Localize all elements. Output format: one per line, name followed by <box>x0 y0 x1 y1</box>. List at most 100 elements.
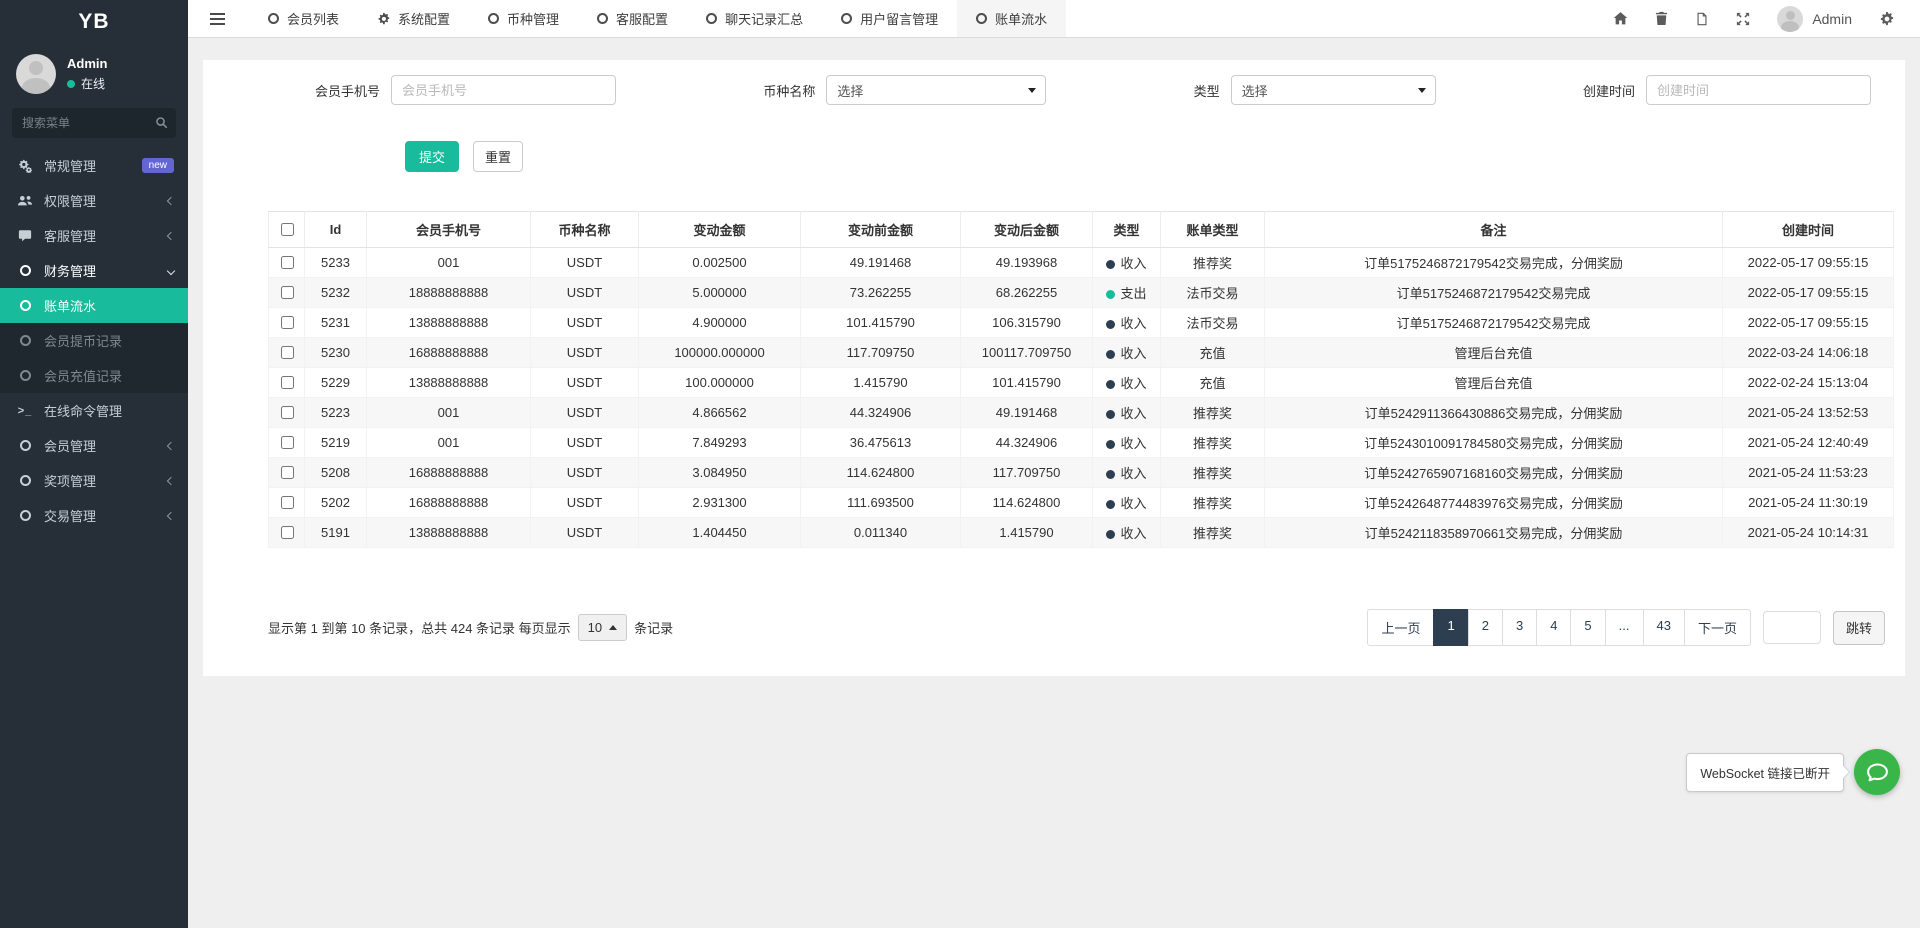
phone-filter-input[interactable] <box>391 75 617 105</box>
row-checkbox[interactable] <box>280 406 294 419</box>
cell-id: 5202 <box>304 487 367 518</box>
column-header: 变动金额 <box>638 211 801 248</box>
cell-id: 5229 <box>304 367 367 398</box>
chevron-icon <box>166 266 176 275</box>
pagination-next[interactable]: 下一页 <box>1683 609 1751 646</box>
page-size-value: 10 <box>587 620 603 635</box>
cell-id: 5232 <box>304 277 367 308</box>
brand-logo: YB <box>78 10 110 33</box>
pagination-page[interactable]: 4 <box>1536 609 1572 646</box>
pagination-page[interactable]: 2 <box>1467 609 1503 646</box>
cell-change-amount: 0.002500 <box>638 247 801 278</box>
page-jump-input[interactable] <box>1762 611 1821 644</box>
topbar-user-menu[interactable]: Admin <box>1777 5 1852 32</box>
cell-after-amount: 68.262255 <box>960 277 1093 308</box>
topnav-tab[interactable]: 系统配置 <box>358 0 469 37</box>
cell-phone: 001 <box>366 427 531 458</box>
fullscreen-icon[interactable] <box>1736 12 1750 26</box>
currency-filter-label: 币种名称 <box>763 83 816 99</box>
row-checkbox[interactable] <box>280 436 294 449</box>
topbar: 会员列表 系统配置 币种管理 客服配置 聊天记录汇总 用户留言管理 账单流水 A… <box>188 0 1920 38</box>
sidebar-menu-item[interactable]: >_ 会员充值记录 <box>0 358 188 393</box>
topbar-user-label: Admin <box>1812 10 1852 27</box>
row-checkbox[interactable] <box>280 256 294 269</box>
submit-button[interactable]: 提交 <box>405 141 460 172</box>
sidebar-menu-item[interactable]: >_ 交易管理 <box>0 498 188 533</box>
sidebar-menu-item[interactable]: >_ 财务管理 <box>0 253 188 288</box>
row-checkbox[interactable] <box>280 316 294 329</box>
sidebar-menu-item[interactable]: >_ 会员提币记录 <box>0 323 188 358</box>
pagination-page[interactable]: 1 <box>1433 609 1469 646</box>
pagination-prev[interactable]: 上一页 <box>1367 609 1435 646</box>
trash-icon[interactable] <box>1655 11 1668 26</box>
table-row: 5208 16888888888 USDT 3.084950 114.62480… <box>268 457 1894 488</box>
sidebar-item-label: 常规管理 <box>44 159 97 174</box>
chat-widget-button[interactable] <box>1854 749 1900 795</box>
cell-before-amount: 0.011340 <box>800 517 961 548</box>
cell-type: 收入 <box>1092 247 1161 278</box>
cell-before-amount: 101.415790 <box>800 307 961 338</box>
circle-icon <box>841 13 853 24</box>
sidebar-menu-item[interactable]: >_ 会员管理 <box>0 428 188 463</box>
home-icon[interactable] <box>1613 11 1628 26</box>
page-size-dropdown[interactable]: 10 <box>577 614 628 641</box>
page-jump-button[interactable]: 跳转 <box>1832 610 1885 645</box>
topnav-tab[interactable]: 聊天记录汇总 <box>687 0 822 37</box>
settings-gears-icon[interactable] <box>1879 11 1894 26</box>
topnav-tab[interactable]: 账单流水 <box>957 0 1067 37</box>
cell-bill-type: 法币交易 <box>1160 307 1265 338</box>
sidebar-menu-item[interactable]: >_ 常规管理 new <box>0 148 188 183</box>
row-checkbox[interactable] <box>280 376 294 389</box>
sidebar-menu-item[interactable]: >_ 奖项管理 <box>0 463 188 498</box>
row-checkbox[interactable] <box>280 496 294 509</box>
row-checkbox[interactable] <box>280 346 294 359</box>
cell-select <box>268 247 305 278</box>
tab-label: 聊天记录汇总 <box>725 12 804 27</box>
cell-bill-type: 推荐奖 <box>1160 427 1265 458</box>
records-table-wrap: Id 会员手机号 币种名称 变动金额 变动前金额 变动后金额 类型 账单类型 备注 创建时间 52… <box>268 211 1894 548</box>
cell-remark: 订单5242118358970661交易完成，分佣奖励 <box>1264 517 1723 548</box>
circle-icon <box>597 13 609 24</box>
type-filter-select[interactable]: 选择 <box>1230 75 1436 105</box>
clear-cache-icon[interactable] <box>1695 12 1709 26</box>
currency-filter-select[interactable]: 选择 <box>826 75 1047 105</box>
table-row: 5231 13888888888 USDT 4.900000 101.41579… <box>268 307 1894 338</box>
cell-phone: 13888888888 <box>366 307 531 338</box>
circle-icon <box>16 370 34 381</box>
cell-before-amount: 114.624800 <box>800 457 961 488</box>
sidebar-search-input[interactable] <box>12 108 176 138</box>
circle-icon <box>16 265 34 276</box>
topnav-tab[interactable]: 会员列表 <box>249 0 358 37</box>
sidebar-menu-item[interactable]: >_ 权限管理 <box>0 183 188 218</box>
type-dot-icon <box>1106 380 1116 389</box>
online-status-label: 在线 <box>81 77 106 91</box>
caret-down-icon <box>1028 88 1037 93</box>
row-checkbox[interactable] <box>280 286 294 299</box>
caret-up-icon <box>609 625 618 630</box>
row-checkbox[interactable] <box>280 526 294 539</box>
phone-filter-label: 会员手机号 <box>315 83 381 99</box>
users-icon <box>16 194 34 207</box>
cell-created-time: 2021-05-24 13:52:53 <box>1722 397 1894 428</box>
topnav-tab[interactable]: 客服配置 <box>578 0 687 37</box>
type-dot-icon <box>1106 530 1116 539</box>
row-checkbox[interactable] <box>280 466 294 479</box>
cell-created-time: 2021-05-24 11:30:19 <box>1722 487 1894 518</box>
sidebar-menu-item[interactable]: >_ 账单流水 <box>0 288 188 323</box>
topnav-tab[interactable]: 用户留言管理 <box>822 0 957 37</box>
type-label: 收入 <box>1120 346 1147 361</box>
cell-currency: USDT <box>530 517 639 548</box>
sidebar-menu-item[interactable]: >_ 客服管理 <box>0 218 188 253</box>
time-filter-input[interactable] <box>1646 75 1871 105</box>
cell-remark: 管理后台充值 <box>1264 367 1723 398</box>
type-label: 收入 <box>1120 466 1147 481</box>
pagination-page[interactable]: 43 <box>1642 609 1685 646</box>
select-all-checkbox[interactable] <box>280 223 294 236</box>
hamburger-menu-icon[interactable] <box>210 12 225 25</box>
reset-button[interactable]: 重置 <box>473 141 524 172</box>
topnav-tab[interactable]: 币种管理 <box>469 0 578 37</box>
pagination-page[interactable]: 5 <box>1570 609 1606 646</box>
pagination-page[interactable]: 3 <box>1501 609 1538 646</box>
cell-after-amount: 106.315790 <box>960 307 1093 338</box>
sidebar-menu-item[interactable]: >_ 在线命令管理 <box>0 393 188 428</box>
